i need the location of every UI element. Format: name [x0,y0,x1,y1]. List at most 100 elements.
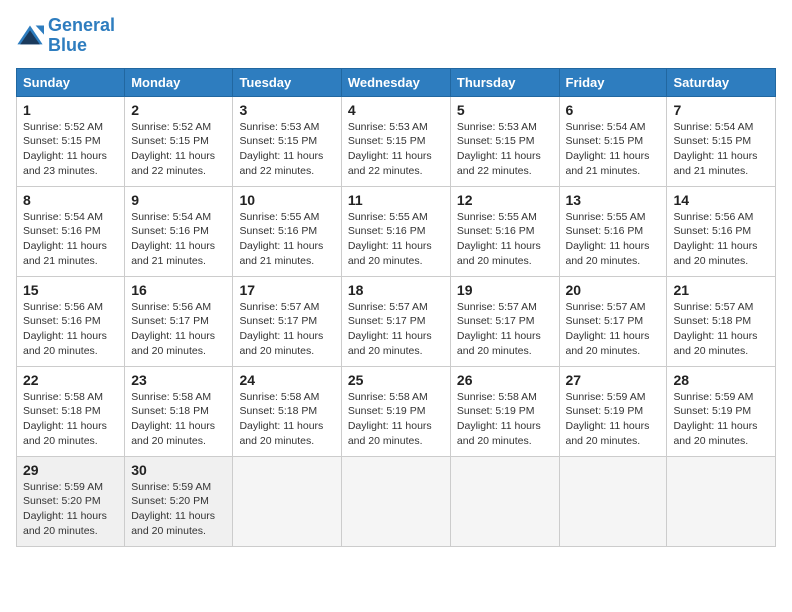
calendar-cell: 6 Sunrise: 5:54 AMSunset: 5:15 PMDaylight… [559,96,667,186]
day-number: 21 [673,282,769,298]
weekday-wednesday: Wednesday [341,68,450,96]
day-info: Sunrise: 5:55 AMSunset: 5:16 PMDaylight:… [239,210,334,269]
calendar-cell: 1Sunrise: 5:52 AMSunset: 5:15 PMDaylight… [17,96,125,186]
day-number: 3 [239,102,334,118]
day-number: 11 [348,192,444,208]
day-info: Sunrise: 5:52 AMSunset: 5:15 PMDaylight:… [131,120,226,179]
day-info: Sunrise: 5:55 AMSunset: 5:16 PMDaylight:… [348,210,444,269]
day-info: Sunrise: 5:59 AMSunset: 5:19 PMDaylight:… [673,390,769,449]
day-info: Sunrise: 5:54 AMSunset: 5:16 PMDaylight:… [23,210,118,269]
day-number: 12 [457,192,553,208]
calendar-cell: 24 Sunrise: 5:58 AMSunset: 5:18 PMDayligh… [233,366,341,456]
day-number: 1 [23,102,118,118]
day-info: Sunrise: 5:58 AMSunset: 5:19 PMDaylight:… [457,390,553,449]
day-number: 24 [239,372,334,388]
day-number: 6 [566,102,661,118]
calendar-cell [559,456,667,546]
calendar-cell: 29 Sunrise: 5:59 AMSunset: 5:20 PMDayligh… [17,456,125,546]
day-number: 25 [348,372,444,388]
day-number: 19 [457,282,553,298]
day-info: Sunrise: 5:57 AMSunset: 5:18 PMDaylight:… [673,300,769,359]
day-info: Sunrise: 5:55 AMSunset: 5:16 PMDaylight:… [566,210,661,269]
day-info: Sunrise: 5:59 AMSunset: 5:19 PMDaylight:… [566,390,661,449]
calendar-cell: 7 Sunrise: 5:54 AMSunset: 5:15 PMDaylight… [667,96,776,186]
calendar-cell: 25 Sunrise: 5:58 AMSunset: 5:19 PMDayligh… [341,366,450,456]
day-number: 14 [673,192,769,208]
logo-text: General Blue [48,16,115,56]
day-number: 10 [239,192,334,208]
day-number: 7 [673,102,769,118]
weekday-monday: Monday [125,68,233,96]
day-info: Sunrise: 5:57 AMSunset: 5:17 PMDaylight:… [457,300,553,359]
calendar-cell: 3 Sunrise: 5:53 AMSunset: 5:15 PMDaylight… [233,96,341,186]
day-info: Sunrise: 5:57 AMSunset: 5:17 PMDaylight:… [348,300,444,359]
day-info: Sunrise: 5:56 AMSunset: 5:17 PMDaylight:… [131,300,226,359]
calendar-cell: 15Sunrise: 5:56 AMSunset: 5:16 PMDayligh… [17,276,125,366]
day-number: 30 [131,462,226,478]
day-number: 13 [566,192,661,208]
calendar-cell: 19 Sunrise: 5:57 AMSunset: 5:17 PMDayligh… [450,276,559,366]
logo: General Blue [16,16,115,56]
calendar-cell: 17 Sunrise: 5:57 AMSunset: 5:17 PMDayligh… [233,276,341,366]
day-info: Sunrise: 5:54 AMSunset: 5:15 PMDaylight:… [566,120,661,179]
calendar-cell [233,456,341,546]
day-number: 29 [23,462,118,478]
weekday-saturday: Saturday [667,68,776,96]
calendar-cell: 30Sunrise: 5:59 AMSunset: 5:20 PMDayligh… [125,456,233,546]
day-number: 2 [131,102,226,118]
weekday-tuesday: Tuesday [233,68,341,96]
calendar-cell: 9 Sunrise: 5:54 AMSunset: 5:16 PMDaylight… [125,186,233,276]
day-number: 20 [566,282,661,298]
weekday-thursday: Thursday [450,68,559,96]
weekday-friday: Friday [559,68,667,96]
day-info: Sunrise: 5:59 AMSunset: 5:20 PMDaylight:… [23,480,118,539]
calendar-cell: 5Sunrise: 5:53 AMSunset: 5:15 PMDaylight… [450,96,559,186]
day-number: 28 [673,372,769,388]
day-number: 9 [131,192,226,208]
calendar-cell: 26 Sunrise: 5:58 AMSunset: 5:19 PMDayligh… [450,366,559,456]
calendar-cell: 10 Sunrise: 5:55 AMSunset: 5:16 PMDayligh… [233,186,341,276]
calendar-cell: 21 Sunrise: 5:57 AMSunset: 5:18 PMDayligh… [667,276,776,366]
calendar-body: 1 Sunrise: 5:52 AMSunset: 5:15 PMDaylight… [17,96,776,546]
day-number: 8 [23,192,118,208]
day-info: Sunrise: 5:56 AMSunset: 5:16 PMDaylight:… [673,210,769,269]
day-number: 4 [348,102,444,118]
calendar-cell: 23Sunrise: 5:58 AMSunset: 5:18 PMDayligh… [125,366,233,456]
calendar-week-1: 1 Sunrise: 5:52 AMSunset: 5:15 PMDaylight… [17,96,776,186]
calendar-week-5: 29 Sunrise: 5:59 AMSunset: 5:20 PMDayligh… [17,456,776,546]
calendar-cell: 11 Sunrise: 5:55 AMSunset: 5:16 PMDayligh… [341,186,450,276]
calendar-week-2: 8 Sunrise: 5:54 AMSunset: 5:16 PMDaylight… [17,186,776,276]
day-number: 17 [239,282,334,298]
day-number: 22 [23,372,118,388]
day-info: Sunrise: 5:57 AMSunset: 5:17 PMDaylight:… [239,300,334,359]
weekday-sunday: Sunday [17,68,125,96]
calendar-cell: 18 Sunrise: 5:57 AMSunset: 5:17 PMDayligh… [341,276,450,366]
day-info: Sunrise: 5:54 AMSunset: 5:16 PMDaylight:… [131,210,226,269]
weekday-header-row: SundayMondayTuesdayWednesdayThursdayFrid… [17,68,776,96]
day-info: Sunrise: 5:57 AMSunset: 5:17 PMDaylight:… [566,300,661,359]
calendar-cell [450,456,559,546]
calendar-cell: 13 Sunrise: 5:55 AMSunset: 5:16 PMDayligh… [559,186,667,276]
calendar-cell: 28 Sunrise: 5:59 AMSunset: 5:19 PMDayligh… [667,366,776,456]
day-info: Sunrise: 5:55 AMSunset: 5:16 PMDaylight:… [457,210,553,269]
day-info: Sunrise: 5:53 AMSunset: 5:15 PMDaylight:… [457,120,553,179]
day-info: Sunrise: 5:58 AMSunset: 5:18 PMDaylight:… [239,390,334,449]
calendar-cell: 2 Sunrise: 5:52 AMSunset: 5:15 PMDaylight… [125,96,233,186]
calendar-week-3: 15Sunrise: 5:56 AMSunset: 5:16 PMDayligh… [17,276,776,366]
calendar-cell: 22 Sunrise: 5:58 AMSunset: 5:18 PMDayligh… [17,366,125,456]
day-number: 27 [566,372,661,388]
calendar-cell: 8 Sunrise: 5:54 AMSunset: 5:16 PMDaylight… [17,186,125,276]
day-info: Sunrise: 5:56 AMSunset: 5:16 PMDaylight:… [23,300,118,359]
page-header: General Blue [16,16,776,56]
logo-icon [16,22,44,50]
calendar-cell: 16 Sunrise: 5:56 AMSunset: 5:17 PMDayligh… [125,276,233,366]
day-number: 18 [348,282,444,298]
day-info: Sunrise: 5:53 AMSunset: 5:15 PMDaylight:… [239,120,334,179]
day-info: Sunrise: 5:58 AMSunset: 5:18 PMDaylight:… [23,390,118,449]
day-number: 16 [131,282,226,298]
calendar-cell: 12 Sunrise: 5:55 AMSunset: 5:16 PMDayligh… [450,186,559,276]
day-info: Sunrise: 5:58 AMSunset: 5:19 PMDaylight:… [348,390,444,449]
day-info: Sunrise: 5:54 AMSunset: 5:15 PMDaylight:… [673,120,769,179]
calendar-cell [341,456,450,546]
day-number: 26 [457,372,553,388]
